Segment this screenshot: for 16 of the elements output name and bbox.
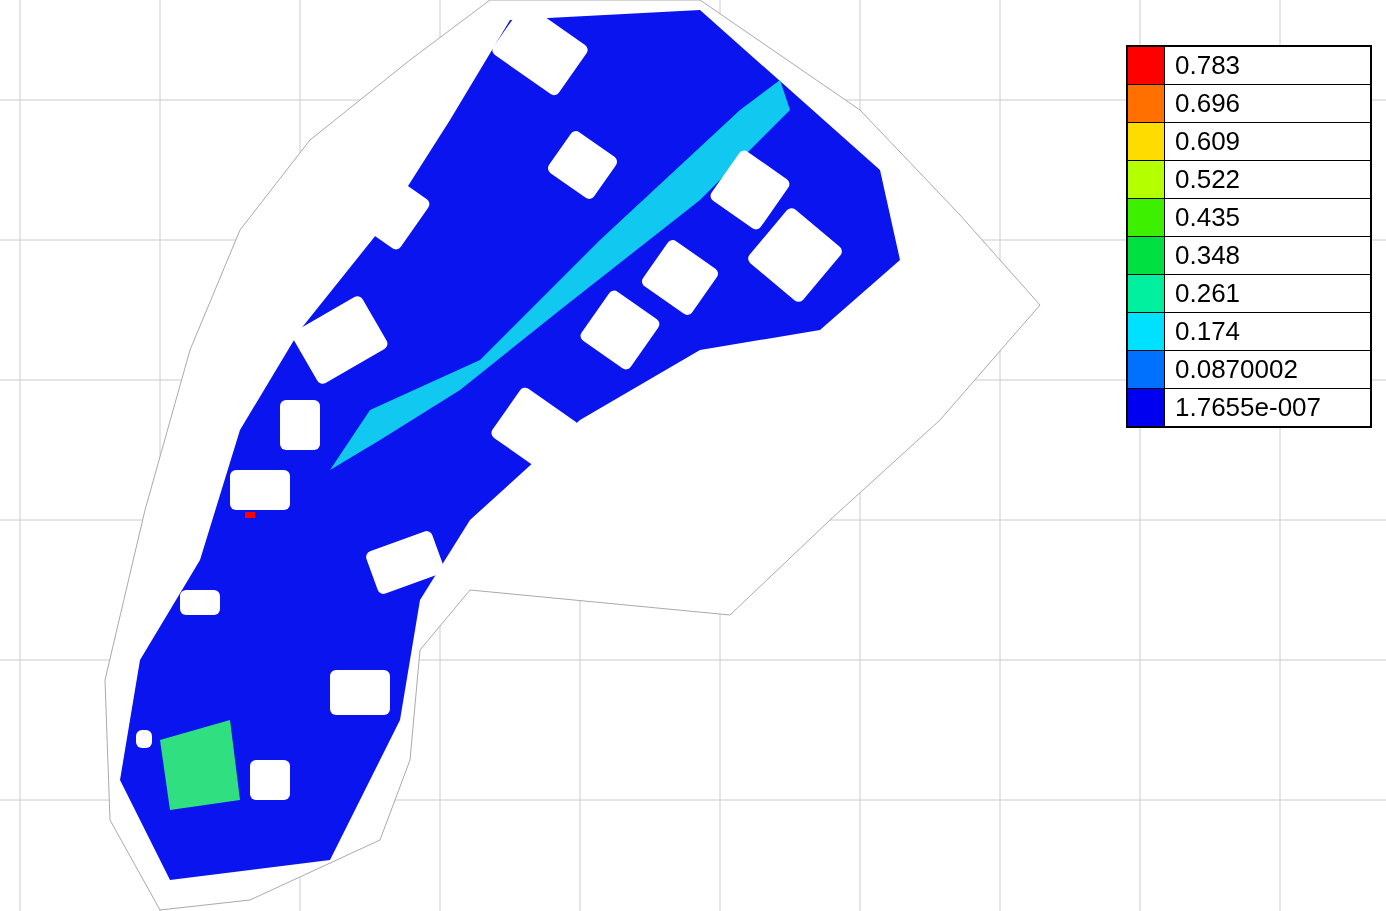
- legend-label: 0.261: [1174, 277, 1241, 310]
- legend-label: 0.522: [1174, 163, 1241, 196]
- hotspot-mark: [245, 512, 255, 518]
- building-footprint: [250, 760, 290, 800]
- legend-label: 0.435: [1174, 201, 1241, 234]
- building-footprint: [280, 400, 320, 450]
- building-footprint: [230, 470, 290, 510]
- legend-label: 1.7655e-007: [1174, 391, 1322, 424]
- building-footprint: [180, 590, 220, 615]
- building-footprint: [330, 670, 390, 715]
- legend-label: 0.174: [1174, 315, 1241, 348]
- legend-label: 0.0870002: [1174, 353, 1298, 386]
- legend-label: 0.783: [1174, 49, 1241, 82]
- legend-label: 0.696: [1174, 87, 1241, 120]
- legend-label: 0.609: [1174, 125, 1241, 158]
- legend-label: 0.348: [1174, 239, 1241, 272]
